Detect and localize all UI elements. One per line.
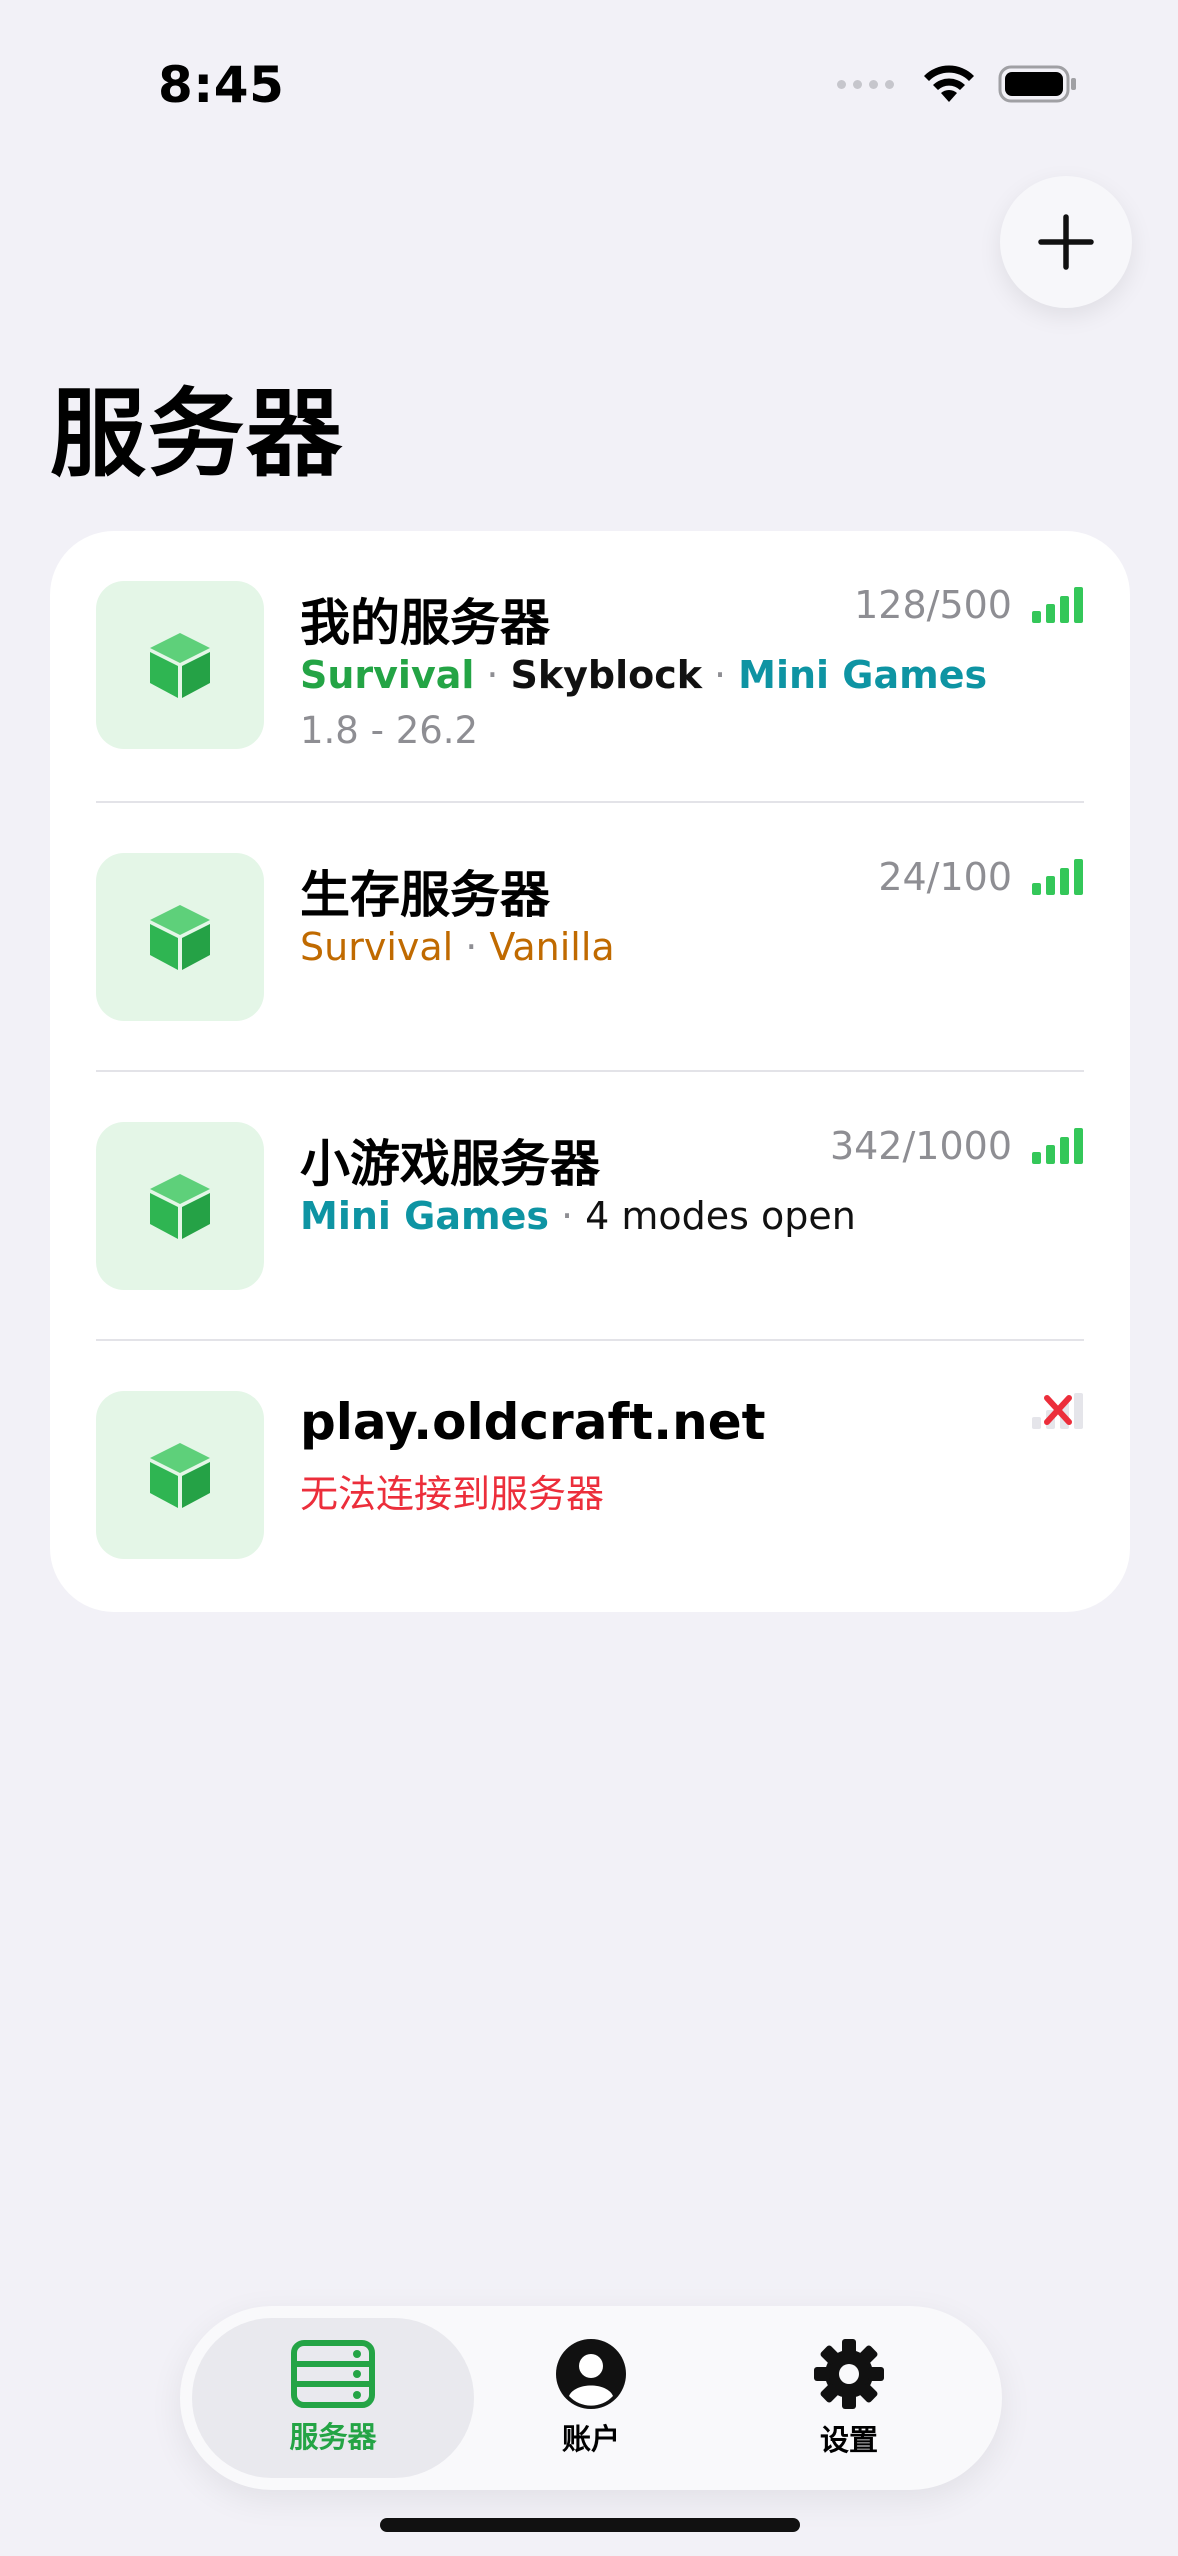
- separator: ·: [465, 925, 478, 969]
- separator: ·: [714, 653, 727, 697]
- server-row-minigames[interactable]: 小游戏服务器 Mini Games · 4 modes open 342/1000: [50, 1072, 1130, 1342]
- tag: Vanilla: [489, 925, 615, 969]
- battery-icon: [998, 65, 1076, 103]
- signal-icon: [1032, 1128, 1083, 1164]
- server-status: 342/1000: [830, 1124, 1084, 1168]
- cube-icon: [150, 1174, 210, 1239]
- tag: Survival: [300, 653, 475, 697]
- server-thumbnail: [96, 581, 264, 749]
- signal-icon: [1032, 587, 1083, 623]
- server-status: 24/100: [878, 855, 1084, 899]
- tag: 4 modes open: [585, 1194, 856, 1238]
- player-count: 24/100: [878, 855, 1012, 899]
- signal-offline-icon: [1032, 1393, 1083, 1429]
- server-status: [1032, 1393, 1084, 1429]
- server-name: 生存服务器: [300, 866, 550, 924]
- server-version: 1.8 - 26.2: [300, 709, 479, 752]
- server-tags: Survival · Vanilla: [300, 925, 615, 969]
- cube-icon: [150, 633, 210, 698]
- wifi-icon: [924, 65, 974, 102]
- server-status: 128/500: [854, 583, 1084, 627]
- status-time: 8:45: [158, 56, 285, 114]
- server-thumbnail: [96, 1122, 264, 1290]
- server-name: 小游戏服务器: [300, 1135, 600, 1193]
- server-icon: [291, 2340, 375, 2408]
- tag: Mini Games: [738, 653, 988, 697]
- server-row-my-server[interactable]: 我的服务器 Survival · Skyblock · Mini Games 1.8 -…: [50, 531, 1130, 801]
- plus-icon: [1038, 214, 1094, 270]
- server-row-oldcraft[interactable]: play.oldcraft.net 无法连接到服务器: [50, 1341, 1130, 1611]
- separator: ·: [560, 1194, 574, 1238]
- tab-label: 账户: [561, 2422, 620, 2456]
- screen: 8:45 服务器 我的服务器 Survival · Skyblock · Min…: [0, 0, 1178, 2556]
- status-icons: [837, 64, 1078, 104]
- tab-settings[interactable]: 设置: [774, 2318, 924, 2478]
- cellular-icon: [837, 79, 894, 89]
- cube-icon: [150, 1443, 210, 1508]
- server-row-survival[interactable]: 生存服务器 Survival · Vanilla 24/100: [50, 803, 1130, 1073]
- separator: ·: [486, 653, 499, 697]
- account-icon: [556, 2339, 626, 2409]
- tab-servers[interactable]: 服务器: [192, 2318, 474, 2478]
- tab-label: 服务器: [289, 2420, 377, 2454]
- tag: Skyblock: [510, 653, 703, 697]
- tab-label: 设置: [819, 2423, 878, 2457]
- page-title: 服务器: [50, 378, 344, 490]
- server-thumbnail: [96, 853, 264, 1021]
- server-name: play.oldcraft.net: [300, 1393, 766, 1451]
- cube-icon: [150, 905, 210, 970]
- player-count: 342/1000: [829, 1124, 1012, 1168]
- player-count: 128/500: [854, 583, 1012, 627]
- gear-icon: [814, 2339, 884, 2409]
- tab-account[interactable]: 账户: [516, 2318, 666, 2478]
- server-tags: Survival · Skyblock · Mini Games: [300, 653, 987, 697]
- connection-error: 无法连接到服务器: [300, 1472, 605, 1516]
- home-indicator[interactable]: [380, 2518, 800, 2532]
- tab-bar: 服务器 账户 设置: [180, 2306, 1002, 2490]
- server-thumbnail: [96, 1391, 264, 1559]
- server-list: 我的服务器 Survival · Skyblock · Mini Games 1.8 -…: [50, 531, 1130, 1612]
- server-name: 我的服务器: [300, 594, 550, 652]
- tag: Mini Games: [300, 1194, 549, 1238]
- add-server-button[interactable]: [1000, 176, 1132, 308]
- server-tags: Mini Games · 4 modes open: [300, 1194, 856, 1238]
- tag: Survival: [300, 925, 454, 969]
- signal-icon: [1032, 859, 1083, 895]
